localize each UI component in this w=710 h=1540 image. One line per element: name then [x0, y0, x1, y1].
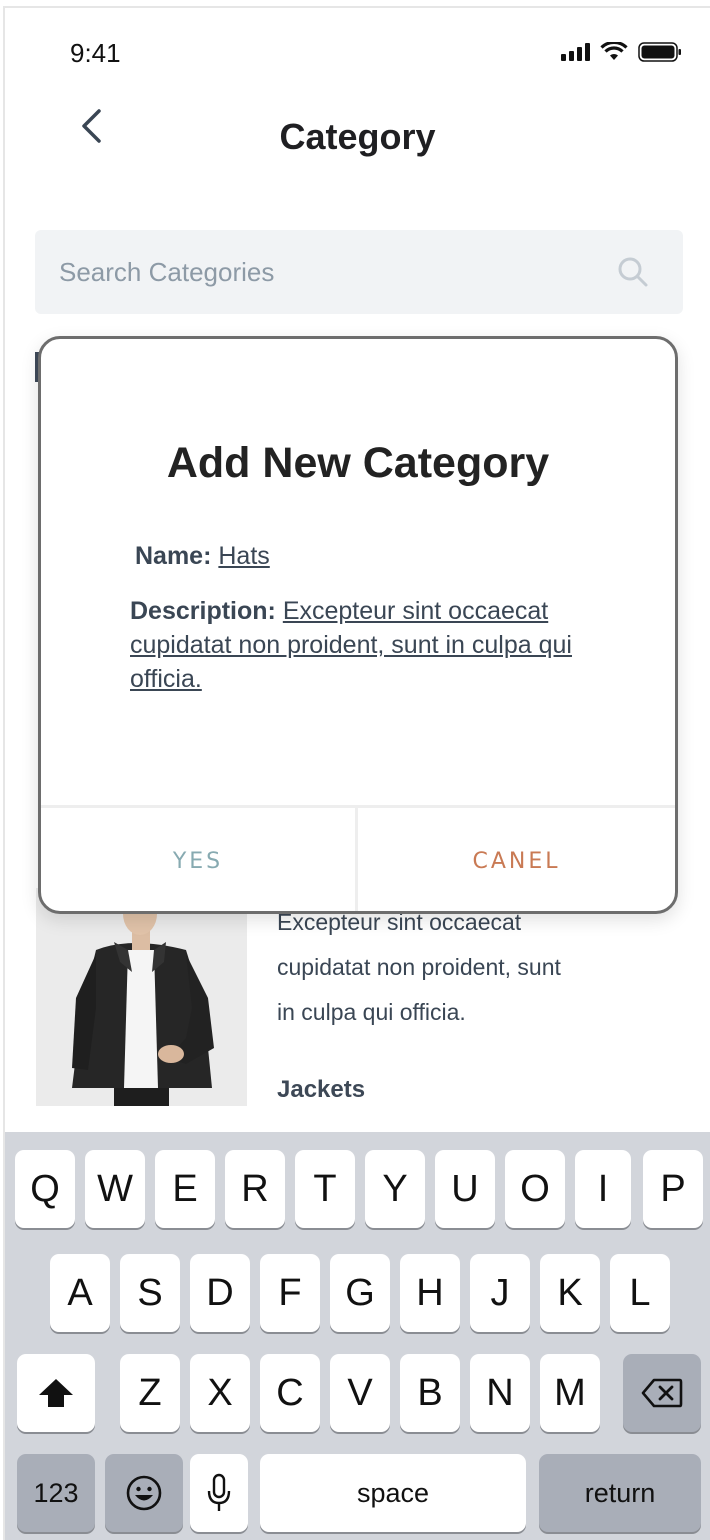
- emoji-icon: [126, 1475, 162, 1511]
- key-i[interactable]: I: [575, 1150, 631, 1228]
- description-label: Description:: [130, 597, 276, 625]
- key-m[interactable]: M: [540, 1354, 600, 1432]
- product-image[interactable]: [36, 888, 247, 1106]
- key-r[interactable]: R: [225, 1150, 285, 1228]
- search-input[interactable]: [59, 230, 579, 314]
- cancel-button[interactable]: CANEL: [358, 808, 675, 911]
- key-v[interactable]: V: [330, 1354, 390, 1432]
- key-q[interactable]: Q: [15, 1150, 75, 1228]
- description-field: Description: Excepteur sint occaecat cup…: [130, 594, 600, 696]
- key-e[interactable]: E: [155, 1150, 215, 1228]
- jacket-model-image: [36, 888, 247, 1106]
- emoji-key[interactable]: [105, 1454, 183, 1532]
- key-k[interactable]: K: [540, 1254, 600, 1332]
- category-name: Jackets: [277, 1076, 366, 1103]
- key-c[interactable]: C: [260, 1354, 320, 1432]
- key-t[interactable]: T: [295, 1150, 355, 1228]
- key-h[interactable]: H: [400, 1254, 460, 1332]
- phone-screen: 9:41 Category Search Categories Excepteu…: [3, 6, 710, 1540]
- key-f[interactable]: F: [260, 1254, 320, 1332]
- return-key[interactable]: return: [539, 1454, 701, 1532]
- name-label: Name:: [135, 542, 212, 570]
- numbers-key[interactable]: 123: [17, 1454, 95, 1532]
- search-icon[interactable]: [617, 256, 649, 288]
- key-z[interactable]: Z: [120, 1354, 180, 1432]
- key-a[interactable]: A: [50, 1254, 110, 1332]
- dialog-title: Add New Category: [166, 439, 550, 487]
- key-x[interactable]: X: [190, 1354, 250, 1432]
- space-key[interactable]: space: [260, 1454, 526, 1532]
- cellular-signal-icon: [561, 43, 590, 61]
- microphone-icon: [207, 1473, 231, 1511]
- shift-key[interactable]: [17, 1354, 95, 1432]
- key-w[interactable]: W: [85, 1150, 145, 1228]
- backspace-key[interactable]: [623, 1354, 701, 1432]
- key-l[interactable]: L: [610, 1254, 670, 1332]
- category-description: Excepteur sint occaecat cupidatat non pr…: [277, 900, 637, 1035]
- description-line: in culpa qui officia.: [277, 999, 466, 1025]
- keyboard: Q W E R T Y U O I P A S D F G H J K L Z …: [5, 1132, 710, 1540]
- key-y[interactable]: Y: [365, 1150, 425, 1228]
- search-bar: [35, 230, 683, 314]
- battery-icon: [638, 42, 681, 62]
- key-o[interactable]: O: [505, 1150, 565, 1228]
- shift-icon: [39, 1379, 73, 1407]
- key-s[interactable]: S: [120, 1254, 180, 1332]
- key-p[interactable]: P: [643, 1150, 703, 1228]
- page-title: Category: [279, 116, 436, 157]
- backspace-icon: [641, 1378, 683, 1408]
- key-u[interactable]: U: [435, 1150, 495, 1228]
- status-icons: [561, 42, 682, 62]
- add-category-dialog: Add New Category Name: Hats Description:…: [38, 336, 678, 914]
- yes-button[interactable]: YES: [41, 808, 355, 911]
- key-n[interactable]: N: [470, 1354, 530, 1432]
- wifi-icon: [600, 42, 628, 60]
- key-g[interactable]: G: [330, 1254, 390, 1332]
- status-time: 9:41: [70, 38, 121, 68]
- description-line: cupidatat non proident, sunt: [277, 954, 561, 980]
- microphone-key[interactable]: [190, 1454, 248, 1532]
- key-b[interactable]: B: [400, 1354, 460, 1432]
- key-d[interactable]: D: [190, 1254, 250, 1332]
- name-value-input[interactable]: Hats: [218, 542, 269, 570]
- name-field: Name: Hats: [135, 539, 270, 573]
- key-j[interactable]: J: [470, 1254, 530, 1332]
